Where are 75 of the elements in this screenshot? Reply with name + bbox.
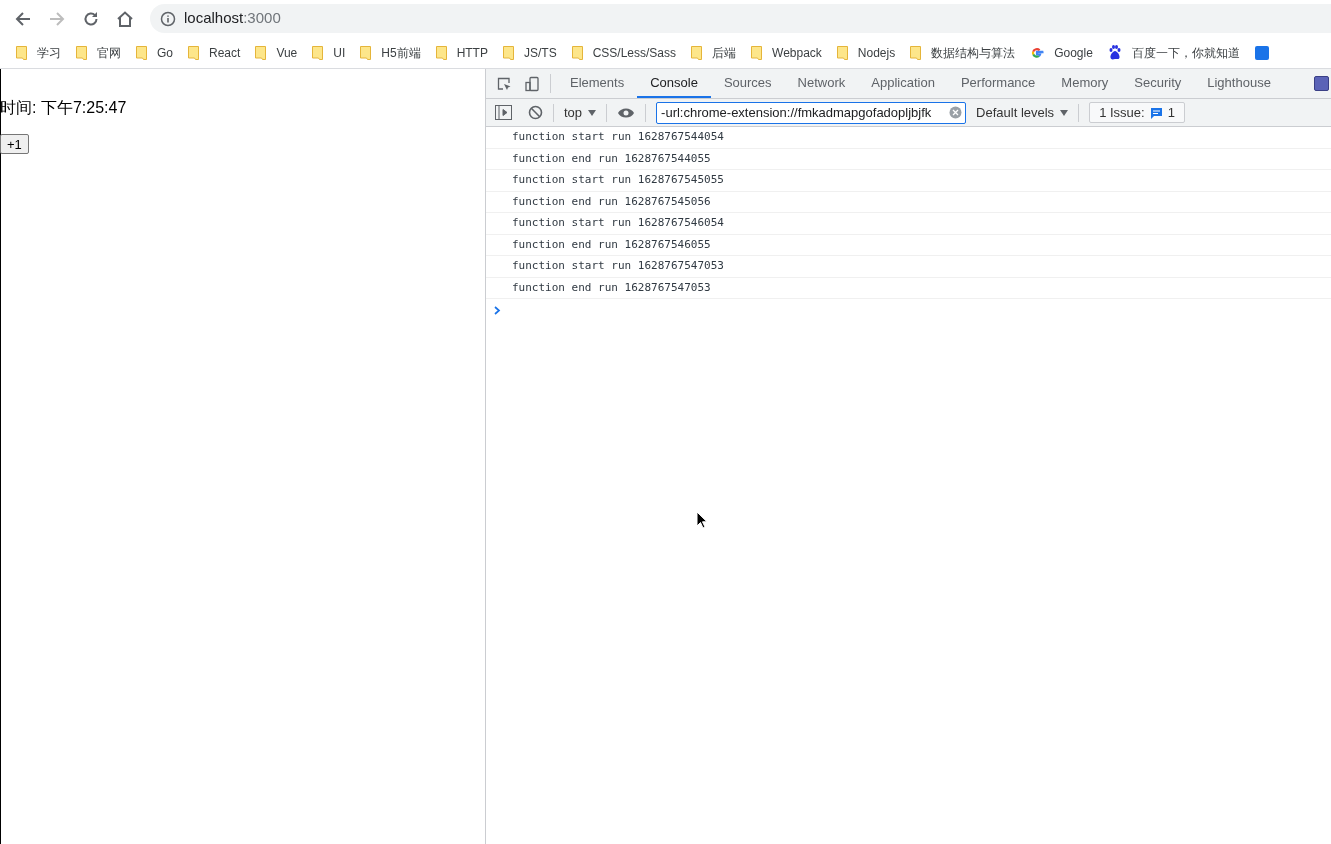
folder-icon [751,45,762,60]
folder-icon [76,45,87,60]
paw-icon [1107,45,1122,60]
folder-icon [435,45,447,60]
info-icon[interactable] [160,10,176,27]
bookmark-link[interactable]: Nodejs [857,43,896,62]
home-icon[interactable] [116,9,134,28]
console-message: function start run 1628767544054 [486,127,1331,149]
caret-icon [1060,109,1069,116]
devtools-tab[interactable]: Network [784,69,859,98]
console-message: function end run 1628767546055 [486,234,1331,256]
console-message: function start run 1628767545055 [486,170,1331,192]
bookmark-link[interactable]: UI [333,43,346,62]
mouse-cursor-icon [696,511,708,529]
back-icon[interactable] [14,9,32,28]
console-message: function end run 1628767544055 [486,148,1331,170]
clear-icon[interactable] [528,105,543,120]
bookmark-link[interactable]: Google [1054,43,1093,62]
inspect-icon[interactable] [496,75,512,92]
eye-icon[interactable] [617,106,636,119]
bookmark-link[interactable]: H5前端 [381,43,421,62]
bookmark-link[interactable]: JS/TS [523,43,557,62]
folder-icon [360,45,372,60]
bookmark-link[interactable]: 后端 [712,43,736,62]
url-host: localhost [184,8,244,29]
bookmark-app-icon[interactable] [1254,45,1269,60]
reload-icon[interactable] [82,9,100,28]
bookmark-link[interactable]: Go [157,43,173,62]
folder-icon [188,45,199,60]
device-toggle-icon[interactable] [524,75,540,92]
folder-icon [571,45,583,60]
devtools-tab[interactable]: Lighthouse [1194,69,1284,98]
console-message: function end run 1628767547053 [486,277,1331,299]
clear-input-icon[interactable] [949,106,963,119]
console-message: function start run 1628767547053 [486,256,1331,278]
prompt-chevron-icon[interactable] [494,305,501,315]
console-message: function start run 1628767546054 [486,213,1331,235]
time-text: 时间: 下午7:25:47 [0,98,128,118]
folder-icon [836,45,848,60]
bookmark-link[interactable]: Vue [276,43,298,62]
sidebar-toggle-icon[interactable] [495,105,512,120]
bookmark-link[interactable]: HTTP [456,43,488,62]
address-bar[interactable]: localhost:3000 [150,4,1331,33]
bookmark-link[interactable]: Webpack [772,43,822,62]
google-icon [1030,45,1045,60]
devtools-tab[interactable]: Performance [947,69,1049,98]
issues-button[interactable]: 1 Issue: 1 [1089,102,1185,123]
folder-icon [255,45,267,60]
bookmark-link[interactable]: 数据结构与算法 [931,43,1016,62]
issues-count: 1 [1167,103,1175,122]
bookmark-link[interactable]: 百度一下，你就知道 [1131,43,1240,62]
devtools-tab[interactable]: Application [858,69,948,98]
caret-icon [588,109,597,116]
console-message: function end run 1628767545056 [486,191,1331,213]
bookmark-link[interactable]: React [209,43,241,62]
devtools-tab[interactable]: Memory [1048,69,1122,98]
folder-icon [910,45,922,60]
increment-button[interactable]: +1 [0,134,29,154]
message-icon [1149,106,1163,119]
issues-label: 1 Issue: [1099,103,1145,122]
devtools-tab[interactable]: Security [1121,69,1195,98]
filter-field[interactable]: -url:chrome-extension://fmkadmapgofadopljbjfk [656,101,967,124]
bookmark-link[interactable]: CSS/Less/Sass [592,43,676,62]
folder-icon [312,45,324,60]
folder-icon [136,45,147,60]
devtools-tab[interactable]: Sources [710,69,785,98]
url-port: :3000 [243,8,281,29]
context-select[interactable]: top [564,102,597,123]
levels-dropdown[interactable]: Default levels [976,102,1069,123]
folder-icon [16,45,27,60]
folder-icon [691,45,702,60]
bookmark-link[interactable]: 学习 [37,43,61,62]
devtools-tab[interactable]: Elements [557,69,638,98]
folder-icon [502,45,514,60]
bookmark-link[interactable]: 官网 [97,43,121,62]
